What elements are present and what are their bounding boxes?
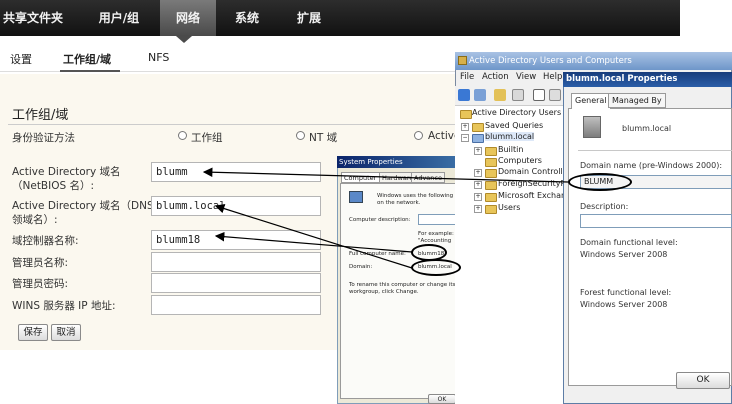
arrow-netbios: [202, 167, 569, 183]
arrow-dc: [214, 231, 413, 253]
annotation-arrows: [202, 167, 569, 269]
arrow-dns: [214, 203, 413, 269]
